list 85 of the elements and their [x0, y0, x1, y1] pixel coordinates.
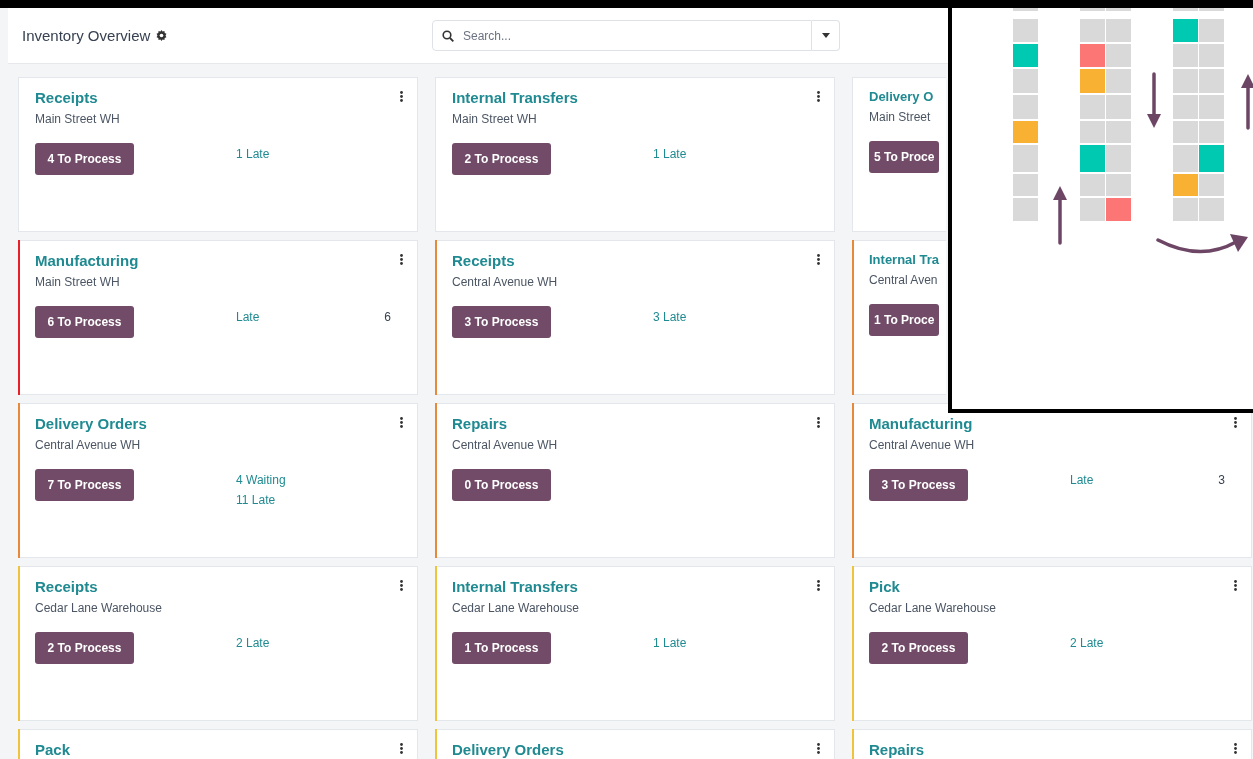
status-link[interactable]: 3 Late — [653, 310, 687, 324]
status-link[interactable]: 4 Waiting — [236, 473, 286, 487]
operation-card[interactable]: Repairs Central Avenue WH 0 To Process — [435, 403, 835, 558]
gear-icon[interactable] — [156, 30, 168, 41]
operation-card[interactable]: Receipts Main Street WH 4 To Process 1 Late — [18, 77, 418, 232]
to-process-button[interactable]: 2 To Process — [452, 143, 551, 175]
warehouse-name: Central Avenue WH — [869, 438, 976, 452]
to-process-button[interactable]: 4 To Process — [35, 143, 134, 175]
warehouse-name: Main Street WH — [35, 275, 121, 289]
warehouse-name: Main Street WH — [35, 112, 121, 126]
warehouse-name: Central Avenue WH — [452, 438, 559, 452]
status-link[interactable]: 11 Late — [236, 493, 276, 507]
card-title[interactable]: Receipts — [452, 252, 515, 269]
card-title[interactable]: Repairs — [452, 415, 508, 432]
more-options-icon[interactable] — [817, 743, 820, 754]
warehouse-name: Central Aven — [869, 273, 939, 287]
card-title[interactable]: Internal Transfers — [452, 578, 578, 595]
to-process-button[interactable]: 0 To Process — [452, 469, 551, 501]
to-process-button[interactable]: 3 To Process — [869, 469, 968, 501]
page-title: Inventory Overview — [22, 27, 151, 44]
card-title[interactable]: Receipts — [35, 578, 98, 595]
to-process-button[interactable]: 2 To Process — [869, 632, 968, 664]
more-options-icon[interactable] — [400, 580, 403, 591]
to-process-button[interactable]: 6 To Process — [35, 306, 134, 338]
caret-icon — [821, 33, 830, 38]
more-options-icon[interactable] — [1234, 417, 1237, 428]
to-process-button[interactable]: 2 To Process — [35, 632, 134, 664]
operation-card[interactable]: Repairs — [852, 729, 1252, 759]
operation-card[interactable]: Manufacturing Main Street WH 6 To Process Late 6 — [18, 240, 418, 395]
status-link[interactable]: Late — [236, 310, 260, 324]
card-title[interactable]: Pick — [869, 578, 900, 595]
more-options-icon[interactable] — [817, 580, 820, 591]
to-process-button[interactable]: 5 To Proce — [869, 141, 940, 173]
operation-card[interactable]: Internal Tra Central Aven 1 To Proce — [852, 240, 946, 395]
operation-card[interactable]: Delivery Orders — [435, 729, 835, 759]
to-process-button[interactable]: 1 To Process — [452, 632, 551, 664]
card-title[interactable]: Repairs — [869, 741, 925, 758]
warehouse-name: Central Avenue WH — [452, 275, 559, 289]
more-options-icon[interactable] — [400, 91, 403, 102]
operation-card[interactable]: Pick Cedar Lane Warehouse 2 To Process 2 Late — [852, 566, 1252, 721]
warehouse-name: Cedar Lane Warehouse — [869, 601, 997, 615]
card-title[interactable]: Delivery Orders — [35, 415, 147, 432]
warehouse-name: Cedar Lane Warehouse — [35, 601, 163, 615]
search-icon — [442, 30, 454, 42]
to-process-button[interactable]: 3 To Process — [452, 306, 551, 338]
to-process-button[interactable]: 1 To Proce — [869, 304, 940, 336]
operation-card[interactable]: Delivery O Main Street 5 To Proce — [852, 77, 946, 232]
search-field[interactable]: Search... — [432, 20, 812, 51]
operation-card[interactable]: Receipts Cedar Lane Warehouse 2 To Process 2 Late — [18, 566, 418, 721]
card-title[interactable]: Receipts — [35, 89, 98, 106]
card-title[interactable]: Delivery O — [869, 89, 934, 104]
more-options-icon[interactable] — [400, 254, 403, 265]
status-count: 3 — [1218, 473, 1225, 487]
warehouse-name: Main Street WH — [452, 112, 538, 126]
operation-card[interactable]: Receipts Central Avenue WH 3 To Process 3 Late — [435, 240, 835, 395]
status-link[interactable]: 2 Late — [1070, 636, 1104, 650]
status-link[interactable]: Late — [1070, 473, 1094, 487]
more-options-icon[interactable] — [817, 91, 820, 102]
card-title[interactable]: Pack — [35, 741, 71, 758]
status-link[interactable]: 1 Late — [653, 636, 687, 650]
card-title[interactable]: Internal Tra — [869, 252, 940, 267]
more-options-icon[interactable] — [400, 417, 403, 428]
warehouse-name: Main Street — [869, 110, 932, 124]
warehouse-name: Central Avenue WH — [35, 438, 142, 452]
card-title[interactable]: Manufacturing — [35, 252, 139, 269]
card-title[interactable]: Delivery Orders — [452, 741, 564, 758]
status-link[interactable]: 1 Late — [653, 147, 687, 161]
more-options-icon[interactable] — [400, 743, 403, 754]
more-options-icon[interactable] — [1234, 743, 1237, 754]
status-link[interactable]: 2 Late — [236, 636, 270, 650]
warehouse-name: Cedar Lane Warehouse — [452, 601, 580, 615]
search-options-button[interactable] — [812, 20, 840, 51]
more-options-icon[interactable] — [817, 417, 820, 428]
more-options-icon[interactable] — [817, 254, 820, 265]
status-count: 6 — [384, 310, 391, 324]
operation-card[interactable]: Manufacturing Central Avenue WH 3 To Process Late 3 — [852, 403, 1252, 558]
card-title[interactable]: Manufacturing — [869, 415, 973, 432]
operation-card[interactable]: Internal Transfers Main Street WH 2 To Process 1 Late — [435, 77, 835, 232]
card-title[interactable]: Internal Transfers — [452, 89, 578, 106]
status-link[interactable]: 1 Late — [236, 147, 270, 161]
to-process-button[interactable]: 7 To Process — [35, 469, 134, 501]
operation-card[interactable]: Delivery Orders Central Avenue WH 7 To Process 4 Waiting 11 Late — [18, 403, 418, 558]
operation-card[interactable]: Internal Transfers Cedar Lane Warehouse 1 To Process 1 Late — [435, 566, 835, 721]
operation-card[interactable]: Pack — [18, 729, 418, 759]
more-options-icon[interactable] — [1234, 580, 1237, 591]
